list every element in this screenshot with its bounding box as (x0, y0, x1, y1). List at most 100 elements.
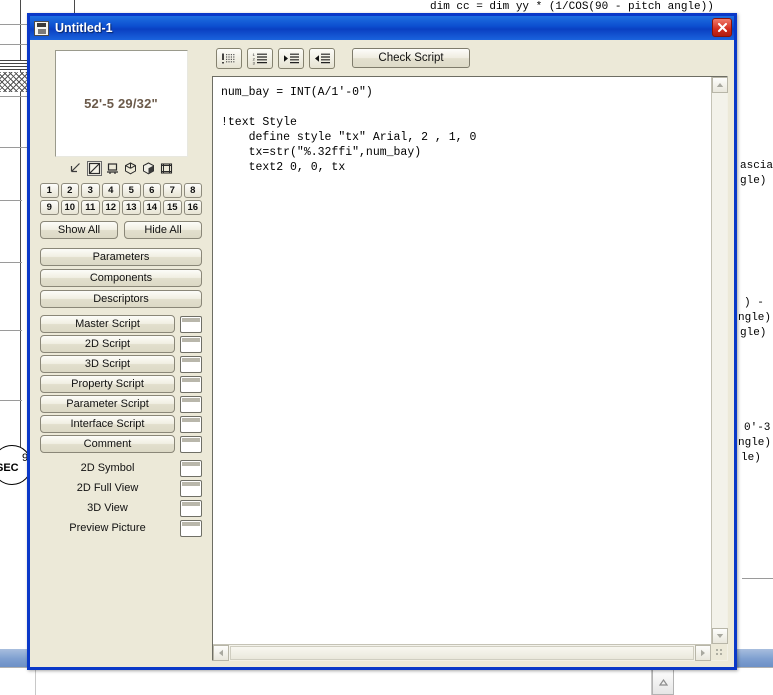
scroll-right-button[interactable] (695, 644, 711, 661)
script-editor-pane: 1 2 3 Check Script num_bay = INT(A/1'-0"… (210, 40, 734, 667)
open-window-icon[interactable] (180, 435, 202, 453)
bg-fragment: ) - (744, 297, 764, 309)
bg-formula-top: dim cc = dim yy * (1/COS(90 - pitch angl… (430, 1, 714, 13)
3d-wireframe-view-icon[interactable] (123, 161, 138, 176)
line-numbers-icon[interactable]: 1 2 3 (247, 47, 273, 69)
bg-fragment: gle) (740, 327, 767, 339)
script-button-row: Property Script (40, 375, 202, 393)
script-button-row: Interface Script (40, 415, 202, 433)
preview-picture-label: Preview Picture (69, 522, 146, 534)
open-window-icon[interactable] (180, 479, 202, 497)
open-window-icon[interactable] (180, 355, 202, 373)
comment-button[interactable]: Comment (40, 435, 175, 453)
open-window-icon[interactable] (180, 519, 202, 537)
layer-button-1[interactable]: 1 (40, 183, 59, 198)
bg-fragment: gle) (740, 175, 767, 187)
2d-script-button[interactable]: 2D Script (40, 335, 175, 353)
editor-toolbar: 1 2 3 Check Script (212, 46, 728, 70)
window-body: 52'-5 29/32" 1 2 3 4 5 6 7 8 9 10 11 12 … (30, 40, 734, 667)
desktop-cell (614, 667, 652, 695)
preview-picture-icon[interactable] (159, 161, 174, 176)
resize-grip[interactable] (711, 644, 727, 660)
close-button[interactable] (712, 18, 732, 37)
layer-button-12[interactable]: 12 (101, 200, 120, 215)
data-button-row: Parameters (40, 248, 202, 266)
open-window-icon[interactable] (180, 499, 202, 517)
code-editor-viewport[interactable]: num_bay = INT(A/1'-0") !text Style defin… (213, 77, 711, 644)
open-window-icon[interactable] (180, 375, 202, 393)
open-window-icon[interactable] (180, 335, 202, 353)
horizontal-scroll-thumb[interactable] (230, 645, 694, 660)
bg-horizontal-line (0, 200, 22, 201)
hide-all-button[interactable]: Hide All (124, 221, 202, 239)
background-scroll-up-button[interactable] (652, 669, 674, 695)
script-button-row: 2D Script (40, 335, 202, 353)
scroll-down-button[interactable] (712, 628, 728, 644)
chevron-down-icon (716, 634, 724, 638)
scroll-left-button[interactable] (213, 644, 229, 661)
data-button-row: Descriptors (40, 290, 202, 308)
layer-button-8[interactable]: 8 (183, 183, 202, 198)
scroll-up-button[interactable] (712, 77, 728, 93)
3d-solid-view-icon[interactable] (141, 161, 156, 176)
layer-button-14[interactable]: 14 (142, 200, 161, 215)
layer-button-4[interactable]: 4 (101, 183, 120, 198)
layer-button-9[interactable]: 9 (40, 200, 59, 215)
open-window-icon[interactable] (180, 415, 202, 433)
code-editor[interactable]: num_bay = INT(A/1'-0") !text Style defin… (212, 76, 728, 661)
layer-button-11[interactable]: 11 (81, 200, 100, 215)
bg-fragment: 0'-3 (744, 422, 771, 434)
script-code-text[interactable]: num_bay = INT(A/1'-0") !text Style defin… (213, 77, 711, 181)
layer-button-13[interactable]: 13 (122, 200, 141, 215)
parameter-script-button[interactable]: Parameter Script (40, 395, 175, 413)
layer-button-6[interactable]: 6 (142, 183, 161, 198)
descriptors-button[interactable]: Descriptors (40, 290, 202, 308)
interface-script-button[interactable]: Interface Script (40, 415, 175, 433)
layer-button-7[interactable]: 7 (163, 183, 182, 198)
view-mode-icon-bar[interactable] (40, 161, 202, 176)
components-button[interactable]: Components (40, 269, 202, 287)
chevron-left-icon (219, 649, 223, 656)
section-marker-label: SEC (0, 462, 19, 474)
layer-button-15[interactable]: 15 (163, 200, 182, 215)
script-button-row: Parameter Script (40, 395, 202, 413)
chevron-up-icon (716, 83, 724, 87)
script-button-row: Comment (40, 435, 202, 453)
visibility-buttons: Show All Hide All (40, 221, 202, 239)
2d-full-view-icon[interactable] (105, 161, 120, 176)
view-section-labels: 2D Symbol 2D Full View 3D View Preview Pict… (40, 459, 202, 537)
bg-horizontal-line (0, 400, 22, 401)
layer-button-5[interactable]: 5 (122, 183, 141, 198)
show-all-button[interactable]: Show All (40, 221, 118, 239)
property-script-button[interactable]: Property Script (40, 375, 175, 393)
vertical-scrollbar[interactable] (711, 77, 728, 644)
3d-script-button[interactable]: 3D Script (40, 355, 175, 373)
parameters-button[interactable]: Parameters (40, 248, 202, 266)
2d-symbol-label: 2D Symbol (80, 462, 135, 474)
check-script-button[interactable]: Check Script (352, 48, 470, 68)
chevron-up-icon (658, 678, 668, 686)
layer-number-grid[interactable]: 1 2 3 4 5 6 7 8 9 10 11 12 13 14 15 16 (40, 183, 202, 215)
2d-line-view-icon[interactable] (69, 161, 84, 176)
horizontal-scrollbar[interactable] (213, 644, 711, 661)
2d-symbol-view-icon[interactable] (86, 161, 102, 176)
view-label-row: 2D Full View (40, 479, 202, 497)
layer-button-10[interactable]: 10 (60, 200, 79, 215)
bg-horizontal-line (0, 330, 22, 331)
window-title-bar[interactable]: Untitled-1 (30, 16, 734, 40)
open-window-icon[interactable] (180, 459, 202, 477)
insert-bitmap-icon[interactable] (216, 47, 242, 69)
layer-button-3[interactable]: 3 (81, 183, 100, 198)
layer-button-2[interactable]: 2 (60, 183, 79, 198)
script-button-row: 3D Script (40, 355, 202, 373)
indent-right-icon[interactable] (278, 47, 304, 69)
master-script-button[interactable]: Master Script (40, 315, 175, 333)
gdl-script-editor-window: Untitled-1 52'-5 29/32" 1 2 3 4 5 6 7 8 … (27, 13, 737, 670)
open-window-icon[interactable] (180, 395, 202, 413)
layer-button-16[interactable]: 16 (183, 200, 202, 215)
preview-thumbnail[interactable]: 52'-5 29/32" (54, 50, 188, 157)
script-document-icon (34, 20, 49, 36)
bg-horizontal-line (742, 578, 773, 579)
open-window-icon[interactable] (180, 315, 202, 333)
indent-left-icon[interactable] (309, 47, 335, 69)
